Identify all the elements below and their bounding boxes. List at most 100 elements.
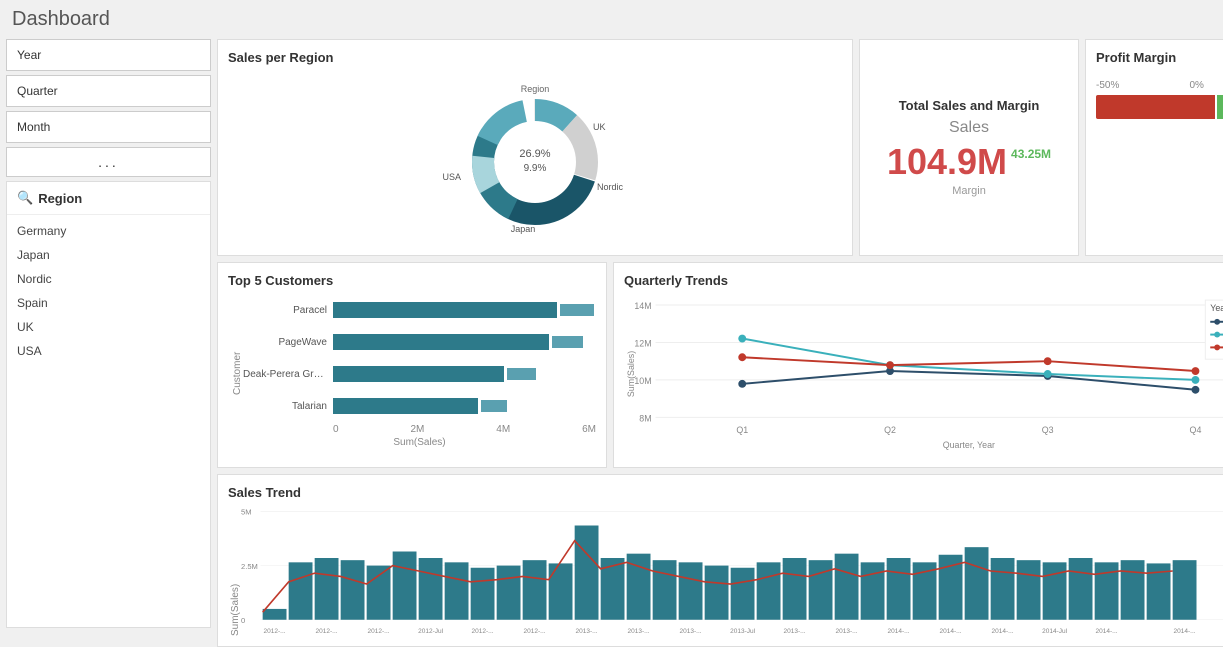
svg-text:2014-...: 2014-... [1174,628,1196,635]
svg-text:Q1: Q1 [736,425,748,435]
svg-text:2013-...: 2013-... [680,628,702,635]
svg-text:2012-Jul: 2012-Jul [418,628,443,635]
svg-text:UK: UK [593,122,606,132]
svg-text:2012-...: 2012-... [524,628,546,635]
region-filter-header: 🔍 Region [7,182,210,215]
total-sales-card: Total Sales and Margin Sales 104.9M 43.2… [859,39,1079,256]
sidebar: Year Quarter Month ... 🔍 Region Germany … [6,39,211,628]
quarterly-trends-title: Quarterly Trends [624,273,1223,288]
region-label: Region [38,191,82,206]
profit-axis-min: -50% [1096,80,1119,91]
profit-bar-marker [1215,95,1217,119]
region-item-germany[interactable]: Germany [7,219,210,243]
customers-y-axis-label: Customer [228,296,243,451]
month-filter-btn[interactable]: Month [6,111,211,143]
svg-text:2014-...: 2014-... [888,628,910,635]
svg-text:Nordic: Nordic [597,182,624,192]
bar-row-deak: Deak-Perera Group. [243,360,596,388]
bar-fill-small-talarian [481,400,507,412]
bar-fill-talarian [333,398,478,414]
bar-fill-deak [333,366,504,382]
svg-text:5M: 5M [241,508,252,517]
q-point-2013-3 [1044,370,1052,378]
region-item-nordic[interactable]: Nordic [7,267,210,291]
top-customers-chart: Customer Paracel PageWave [228,296,596,451]
bar-track-paracel [333,302,596,318]
sales-number: 104.9M [887,141,1007,183]
search-icon: 🔍 [17,190,33,206]
svg-text:2014-...: 2014-... [940,628,962,635]
bar-track-talarian [333,398,596,414]
svg-text:2013-...: 2013-... [576,628,598,635]
svg-text:Quarter, Year: Quarter, Year [943,440,995,450]
svg-text:12M: 12M [634,338,651,348]
quarter-filter-btn[interactable]: Quarter [6,75,211,107]
donut-chart-container: 26.9% 9.9% Region UK Nordic USA Japan [228,75,842,245]
profit-margin-title: Profit Margin [1096,50,1223,65]
x-tick-0: 0 [333,424,339,435]
x-tick-3: 6M [582,424,596,435]
x-axis-labels: 0 2M 4M 6M [243,424,596,435]
profit-bar-red [1096,95,1215,119]
top-row: Sales per Region [217,39,1223,256]
svg-text:Q3: Q3 [1042,425,1054,435]
sales-label: Sales [949,119,989,137]
customer-name-pagewave: PageWave [243,337,333,348]
svg-text:2013-Jul: 2013-Jul [730,628,755,635]
q-point-2012-1 [738,380,746,388]
svg-text:2013-...: 2013-... [836,628,858,635]
bar-fill-pagewave [333,334,549,350]
svg-text:2.5M: 2.5M [241,562,258,571]
q-point-2014-2 [886,361,894,369]
x-axis-title: Sum(Sales) [243,437,596,448]
quarterly-line-2012 [742,371,1195,390]
profit-axis-mid: 0% [1189,80,1203,91]
more-filter-btn[interactable]: ... [6,147,211,177]
top-customers-title: Top 5 Customers [228,273,596,288]
margin-label: Margin [952,185,986,197]
quarterly-trends-card: Quarterly Trends 14M 12M 10M 8M Q1 Q2 Q3 [613,262,1223,468]
svg-text:Q2: Q2 [884,425,896,435]
year-filter-btn[interactable]: Year [6,39,211,71]
svg-text:Sum(Sales): Sum(Sales) [626,351,636,397]
svg-text:2014-...: 2014-... [1096,628,1118,635]
region-item-japan[interactable]: Japan [7,243,210,267]
top-customers-card: Top 5 Customers Customer Paracel [217,262,607,468]
svg-text:2014-Jul: 2014-Jul [1042,628,1067,635]
bar-fill-paracel [333,302,557,318]
customer-name-deak: Deak-Perera Group. [243,369,333,380]
bar-row-paracel: Paracel [243,296,596,324]
region-item-usa[interactable]: USA [7,339,210,363]
sales-trend-title: Sales Trend [228,485,1223,500]
bar-row-talarian: Talarian [243,392,596,420]
margin-value: 43.25M [1011,147,1051,161]
x-tick-2: 4M [496,424,510,435]
svg-text:26.9%: 26.9% [519,148,550,160]
quarterly-trends-chart: 14M 12M 10M 8M Q1 Q2 Q3 Q4 Quarter, Year [624,294,1223,454]
q-point-2012-4 [1192,386,1200,394]
svg-text:0: 0 [241,616,245,625]
svg-text:Q4: Q4 [1190,425,1202,435]
donut-chart: 26.9% 9.9% Region UK Nordic USA Japan [435,75,635,245]
region-filter-section: 🔍 Region Germany Japan Nordic Spain UK U… [6,181,211,628]
profit-bar-area: -50% 0% 50% 41% [1096,80,1223,140]
region-list: Germany Japan Nordic Spain UK USA [7,215,210,367]
profit-percentage: 41% [1096,125,1223,140]
svg-text:2012-...: 2012-... [368,628,390,635]
main-content: Sales per Region [217,39,1223,628]
bar-chart-inner: Paracel PageWave [243,296,596,451]
trend-chart-wrapper: Sum(Sales) /* bars rendered below */ 5M … [228,506,1223,636]
profit-axis: -50% 0% 50% [1096,80,1223,91]
svg-text:Japan: Japan [511,224,536,234]
svg-text:8M: 8M [639,413,651,423]
q-point-2013-4 [1192,376,1200,384]
svg-text:2012-...: 2012-... [316,628,338,635]
region-item-spain[interactable]: Spain [7,291,210,315]
trend-y-left-label: Sum(Sales) [228,506,241,636]
customer-name-talarian: Talarian [243,401,333,412]
bar-row-pagewave: PageWave [243,328,596,356]
region-item-uk[interactable]: UK [7,315,210,339]
bar-fill-small-paracel [560,304,594,316]
q-point-2013-1 [738,335,746,343]
mid-row: Top 5 Customers Customer Paracel [217,262,1223,468]
